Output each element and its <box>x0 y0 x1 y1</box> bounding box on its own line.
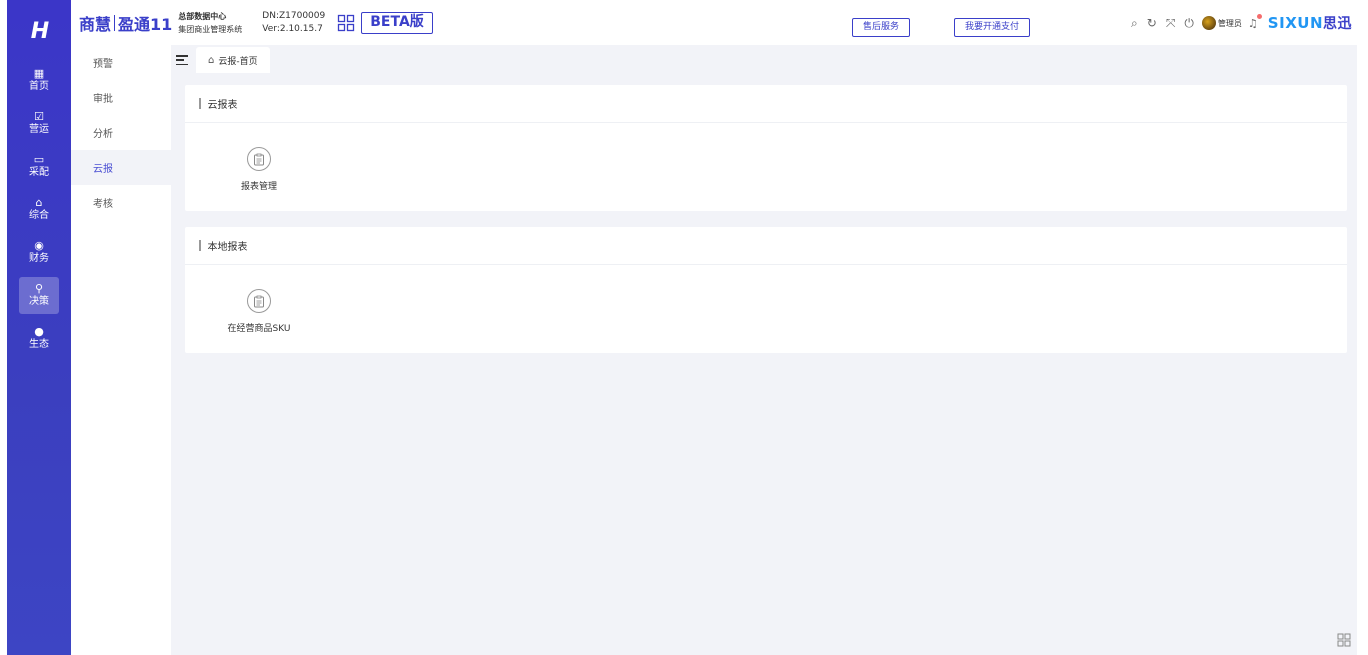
rail-item-decision[interactable]: ⚲ 决策 <box>19 277 59 314</box>
section-title-text: 本地报表 <box>207 242 248 253</box>
title-bar <box>199 240 201 251</box>
rail-item-home[interactable]: ▦ 首页 <box>19 62 59 99</box>
rail-item-purchasing[interactable]: ▭ 采配 <box>19 148 59 185</box>
logo-text-x: X <box>1285 14 1298 32</box>
report-label: 报表管理 <box>240 182 277 192</box>
top-header: 商慧 盈通11 总部数据中心 集团商业管理系统 DN:Z1700009 Ver:… <box>71 0 1368 45</box>
org-name: 总部数据中心 <box>178 11 227 21</box>
submenu-item-approval[interactable]: 审批 <box>71 80 171 115</box>
submenu-item-alert[interactable]: 预警 <box>71 45 171 80</box>
main-content: ⌂ 云报-首页 云报表 报表管理 本地报表 在经营商品SKU <box>171 45 1357 655</box>
truck-icon: ▭ <box>33 153 45 166</box>
rail-item-ecology[interactable]: ● 生态 <box>19 320 59 357</box>
section-body: 在经营商品SKU <box>185 265 1347 353</box>
notification-bell-icon[interactable]: ♫ <box>1248 13 1262 30</box>
version-info: DN:Z1700009 Ver:2.10.15.7 <box>262 10 325 36</box>
search-icon[interactable]: ⌕ <box>1131 16 1138 31</box>
rail-item-finance[interactable]: ◉ 财务 <box>19 234 59 271</box>
report-label: 在经营商品SKU <box>227 324 291 334</box>
rail-item-label: 营运 <box>29 124 49 135</box>
chart-icon: ☑ <box>34 110 44 123</box>
rail-item-label: 采配 <box>29 167 49 178</box>
sixun-logo: SIXUN思迅 <box>1268 13 1352 33</box>
open-payment-button[interactable]: 我要开通支付 <box>954 18 1031 37</box>
clipboard-icon <box>247 147 271 171</box>
section-title: 云报表 <box>185 85 1347 123</box>
secondary-menu: 预警 审批 分析 云报 考核 <box>71 45 171 655</box>
report-item-sku[interactable]: 在经营商品SKU <box>214 289 304 334</box>
decision-icon: ⚲ <box>34 282 44 295</box>
submenu-item-cloud-report[interactable]: 云报 <box>71 150 171 185</box>
rail-item-operations[interactable]: ☑ 营运 <box>19 105 59 142</box>
logo-text-b: UN <box>1297 14 1323 32</box>
tab-label: 云报-首页 <box>218 56 258 67</box>
qr-code-icon[interactable] <box>1337 633 1351 647</box>
rail-item-general[interactable]: ⌂ 综合 <box>19 191 59 228</box>
rail-item-label: 首页 <box>29 81 49 92</box>
eco-icon: ● <box>34 325 44 338</box>
rail-item-label: 决策 <box>29 296 49 307</box>
section-local-reports: 本地报表 在经营商品SKU <box>185 227 1347 353</box>
rail-item-label: 财务 <box>29 253 49 264</box>
submenu-item-assessment[interactable]: 考核 <box>71 185 171 220</box>
section-title: 本地报表 <box>185 227 1347 265</box>
org-info: 总部数据中心 集团商业管理系统 <box>178 10 242 36</box>
logo-text-a: SI <box>1267 14 1286 32</box>
brand-divider <box>114 14 116 31</box>
notification-dot <box>1256 13 1262 19</box>
dashboard-icon: ▦ <box>33 67 45 80</box>
tab-cloud-report-home[interactable]: ⌂ 云报-首页 <box>196 47 270 73</box>
qr-code-icon[interactable] <box>337 14 355 32</box>
section-body: 报表管理 <box>185 123 1347 211</box>
section-cloud-reports: 云报表 报表管理 <box>185 85 1347 211</box>
title-bar <box>199 98 201 109</box>
version-number: Ver:2.10.15.7 <box>262 23 323 34</box>
section-title-text: 云报表 <box>207 100 238 111</box>
home-icon: ⌂ <box>208 54 215 66</box>
system-name: 集团商业管理系统 <box>178 24 243 34</box>
after-sales-button[interactable]: 售后服务 <box>852 18 911 37</box>
power-icon[interactable]: ⏻ <box>1184 16 1194 31</box>
refresh-icon[interactable]: ↻ <box>1147 16 1157 30</box>
bag-icon: ⌂ <box>35 196 43 209</box>
brand-name-b: 盈通11 <box>118 14 173 34</box>
app-logo[interactable]: H <box>7 0 71 62</box>
dn-number: DN:Z1700009 <box>262 10 326 21</box>
header-actions: ⌕ ↻ ⤧ ⏻ 管理员 ♫ SIXUN思迅 <box>1122 13 1352 33</box>
logo-text-cn: 思迅 <box>1323 16 1352 32</box>
beta-badge: BETA版 <box>361 11 433 34</box>
rail-item-label: 综合 <box>29 210 49 221</box>
brand-name-a: 商慧 <box>79 14 112 34</box>
tab-bar: ⌂ 云报-首页 <box>171 45 1357 75</box>
report-item-report-management[interactable]: 报表管理 <box>214 147 304 192</box>
fullscreen-icon[interactable]: ⤧ <box>1166 16 1176 31</box>
menu-toggle-icon[interactable] <box>176 55 188 65</box>
left-rail: H ▦ 首页 ☑ 营运 ▭ 采配 ⌂ 综合 ◉ 财务 ⚲ 决策 ● 生态 <box>7 0 71 655</box>
rail-item-label: 生态 <box>29 339 49 350</box>
avatar[interactable] <box>1201 16 1216 30</box>
scrollbar[interactable] <box>1357 45 1368 655</box>
submenu-item-analysis[interactable]: 分析 <box>71 115 171 150</box>
user-name[interactable]: 管理员 <box>1218 18 1242 29</box>
product-brand: 商慧 盈通11 <box>79 11 172 35</box>
clipboard-icon <box>247 289 271 313</box>
coin-icon: ◉ <box>34 239 44 252</box>
